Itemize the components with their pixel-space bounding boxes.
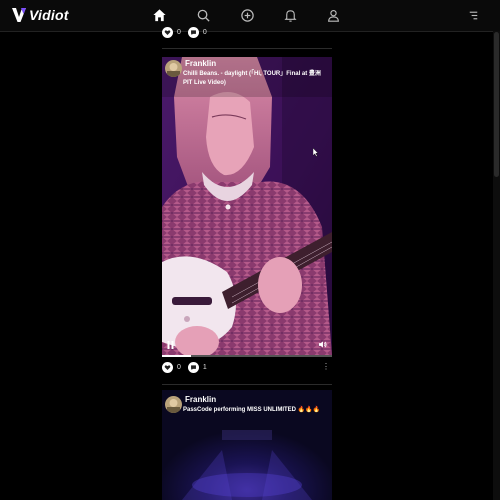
username[interactable]: Franklin xyxy=(185,395,216,404)
heart-icon xyxy=(164,29,171,35)
comment-count: 0 xyxy=(202,28,207,36)
mouse-cursor xyxy=(313,148,319,157)
app-name: Vidiot xyxy=(29,7,69,23)
like-button[interactable] xyxy=(162,26,173,38)
app-logo[interactable]: Vidiot xyxy=(12,7,69,23)
post-actions: 0 0 xyxy=(162,25,332,39)
avatar[interactable] xyxy=(165,60,182,77)
video-progress-bar[interactable] xyxy=(162,355,332,357)
video-frame xyxy=(162,57,332,355)
post-caption: Chilli Beans. - daylight (「Hi, TOUR」Fina… xyxy=(183,71,321,86)
video-player[interactable] xyxy=(162,57,332,355)
more-options-icon[interactable]: ⋮ xyxy=(322,363,330,371)
comment-button[interactable] xyxy=(187,361,199,373)
comment-button[interactable] xyxy=(187,26,199,38)
username[interactable]: Franklin xyxy=(185,59,216,68)
volume-icon[interactable] xyxy=(318,340,327,349)
like-count: 0 xyxy=(177,363,181,371)
logo-mark xyxy=(12,8,26,22)
home-icon[interactable] xyxy=(152,8,167,23)
pause-icon[interactable] xyxy=(167,341,174,349)
post-divider xyxy=(162,48,332,49)
menu-icon[interactable] xyxy=(466,8,481,23)
avatar[interactable] xyxy=(165,396,182,413)
comment-count: 1 xyxy=(202,363,207,371)
avatar-image xyxy=(165,60,182,77)
add-icon[interactable] xyxy=(240,8,255,23)
post-divider xyxy=(162,384,332,385)
avatar-image xyxy=(165,396,182,413)
post-actions: 0 1 ⋮ xyxy=(162,360,332,374)
scrollbar-thumb[interactable] xyxy=(494,32,499,177)
like-button[interactable] xyxy=(162,361,173,373)
bell-icon[interactable] xyxy=(283,8,298,23)
heart-icon xyxy=(164,364,171,370)
video-progress-fill xyxy=(162,355,191,357)
comment-icon xyxy=(190,29,196,35)
search-icon[interactable] xyxy=(196,8,211,23)
post-caption: PassCode performing MISS UNLIMITED 🔥🔥🔥 xyxy=(183,407,321,413)
comment-icon xyxy=(190,364,196,370)
like-count: 0 xyxy=(177,28,181,36)
user-icon[interactable] xyxy=(326,8,341,23)
